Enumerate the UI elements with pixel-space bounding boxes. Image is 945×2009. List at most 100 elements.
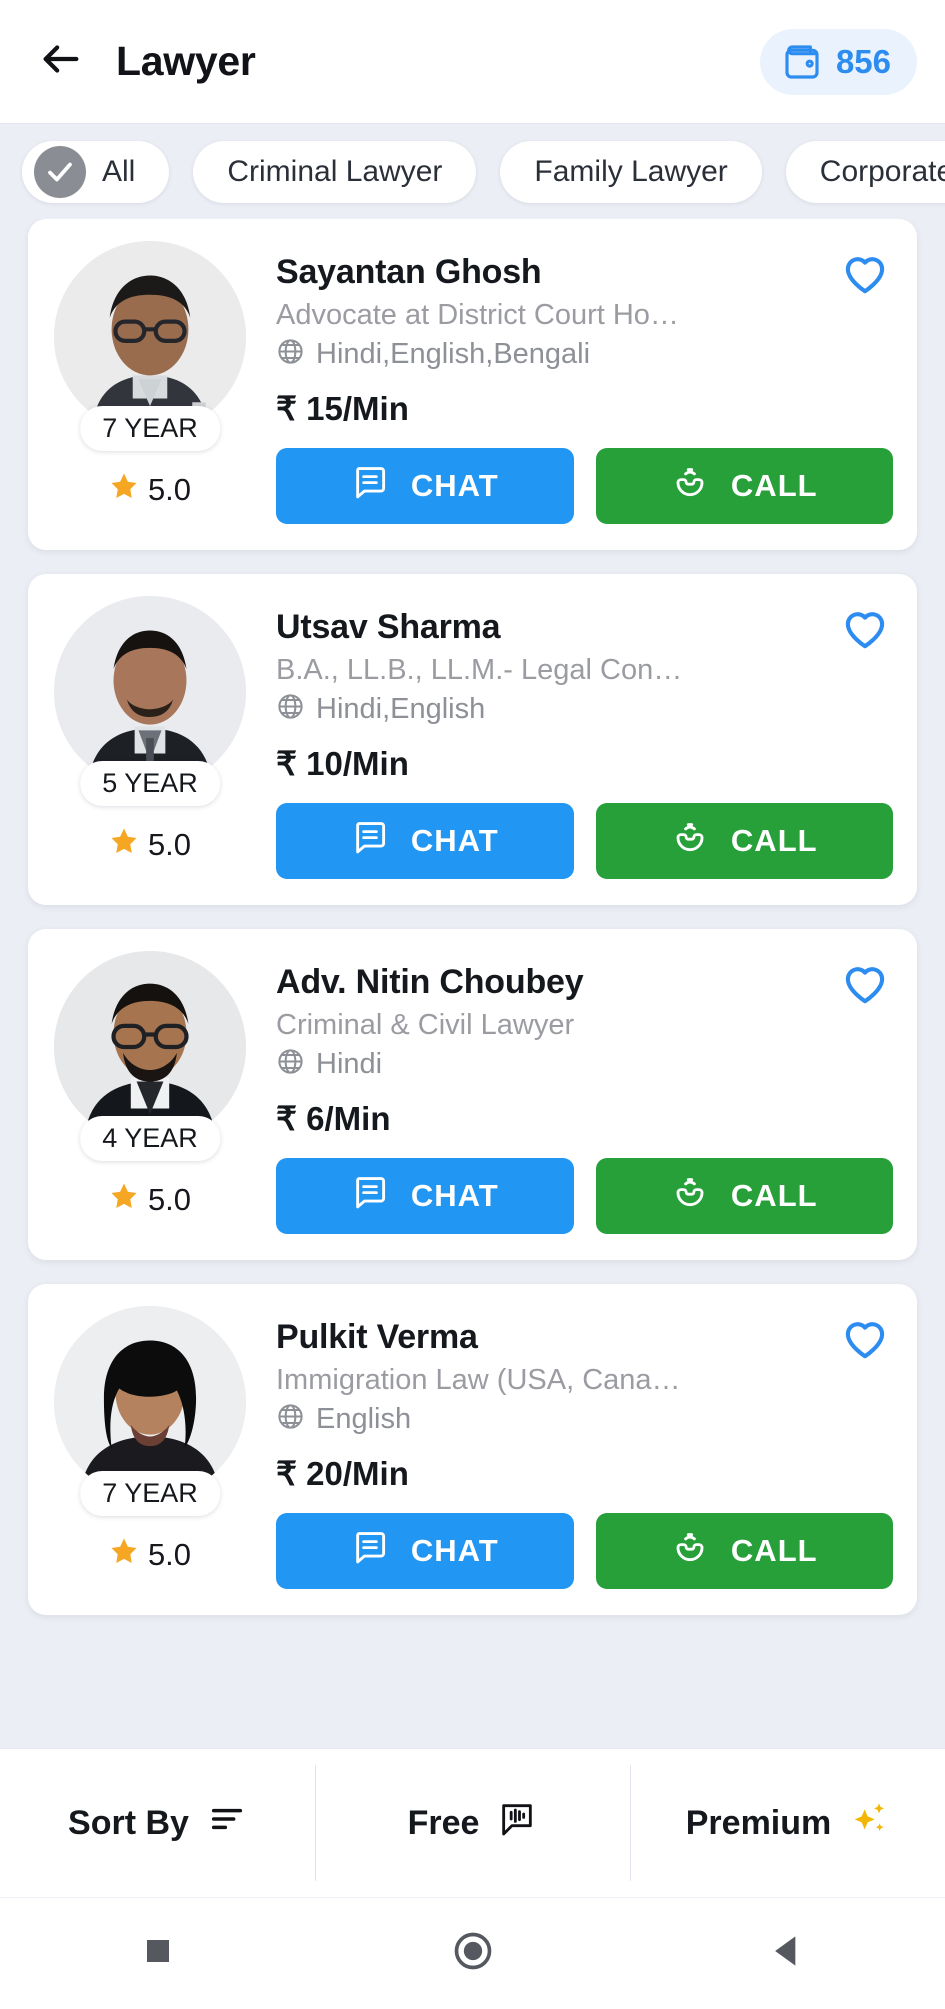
wallet-button[interactable]: 856 bbox=[759, 28, 917, 95]
filter-chip-row[interactable]: All Criminal Lawyer Family Lawyer Corpor… bbox=[0, 124, 945, 219]
favorite-button[interactable] bbox=[839, 1312, 891, 1364]
recents-button[interactable] bbox=[98, 1929, 218, 1978]
chat-button-label: CHAT bbox=[410, 823, 499, 858]
system-navigation-bar bbox=[0, 1897, 945, 2009]
premium-filter-button[interactable]: Premium bbox=[630, 1749, 945, 1897]
avatar bbox=[54, 596, 246, 788]
call-button[interactable]: CALL bbox=[595, 803, 893, 879]
chat-button[interactable]: CHAT bbox=[276, 1158, 574, 1234]
globe-icon bbox=[276, 1047, 305, 1081]
lawyer-avatar-column: 4 YEAR 5.0 bbox=[52, 951, 248, 1234]
back-button[interactable] bbox=[28, 29, 94, 95]
rating-value: 5.0 bbox=[147, 1182, 192, 1217]
lawyer-card[interactable]: 7 YEAR 5.0 Sayantan Ghosh Advocate at Di… bbox=[28, 219, 917, 550]
card-actions: CHAT CALL bbox=[276, 448, 893, 524]
rating: 5.0 bbox=[109, 826, 191, 864]
app-header: Lawyer 856 bbox=[0, 0, 945, 124]
experience-badge: 4 YEAR bbox=[80, 1116, 220, 1161]
globe-icon bbox=[276, 692, 305, 726]
heart-icon bbox=[839, 1322, 891, 1368]
experience-badge: 5 YEAR bbox=[80, 761, 220, 806]
price-per-minute: ₹ 20/Min bbox=[276, 1455, 409, 1492]
lawyer-languages: Hindi,English bbox=[276, 692, 893, 726]
call-button[interactable]: CALL bbox=[595, 1158, 893, 1234]
favorite-button[interactable] bbox=[839, 957, 891, 1009]
star-icon bbox=[109, 826, 139, 864]
chat-button-label: CHAT bbox=[410, 468, 499, 503]
price-per-minute: ₹ 15/Min bbox=[276, 390, 409, 427]
heart-icon bbox=[839, 612, 891, 658]
premium-label: Premium bbox=[685, 1803, 832, 1842]
avatar-wrapper: 7 YEAR bbox=[54, 241, 246, 451]
call-button[interactable]: CALL bbox=[595, 448, 893, 524]
lawyer-avatar-column: 7 YEAR 5.0 bbox=[52, 241, 248, 524]
call-receiver-icon bbox=[671, 818, 709, 864]
languages-text: English bbox=[316, 1402, 412, 1435]
rating: 5.0 bbox=[109, 1536, 191, 1574]
lawyer-card[interactable]: 5 YEAR 5.0 Utsav Sharma B.A., LL.B., LL.… bbox=[28, 574, 917, 905]
lawyer-description: Criminal & Civil Lawyer bbox=[276, 1009, 575, 1041]
lawyer-info-column: Utsav Sharma B.A., LL.B., LL.M.- Legal C… bbox=[256, 596, 893, 879]
wallet-balance: 856 bbox=[835, 42, 891, 80]
avatar-wrapper: 7 YEAR bbox=[54, 1306, 246, 1516]
filter-chip-label: Corporate Lawyer bbox=[819, 154, 945, 188]
filter-chip-label: All bbox=[102, 154, 136, 188]
lawyer-name: Pulkit Verma bbox=[276, 1318, 478, 1356]
bottom-filter-bar: Sort By Free Premium bbox=[0, 1748, 945, 1897]
filter-chip-label: Family Lawyer bbox=[534, 154, 728, 188]
chat-bubble-icon bbox=[351, 818, 389, 864]
globe-icon bbox=[276, 337, 305, 371]
star-icon bbox=[109, 1181, 139, 1219]
avatar bbox=[54, 1306, 246, 1498]
sort-by-button[interactable]: Sort By bbox=[0, 1749, 315, 1897]
sparkles-icon bbox=[849, 1799, 889, 1848]
lawyer-avatar-column: 7 YEAR 5.0 bbox=[52, 1306, 248, 1589]
globe-icon bbox=[276, 1402, 305, 1436]
favorite-button[interactable] bbox=[839, 602, 891, 654]
call-button-label: CALL bbox=[730, 1178, 818, 1213]
chat-button[interactable]: CHAT bbox=[276, 1513, 574, 1589]
chat-button-label: CHAT bbox=[410, 1178, 499, 1213]
lawyer-description: Immigration Law (USA, Canada, a… bbox=[276, 1364, 696, 1396]
price-per-minute: ₹ 10/Min bbox=[276, 745, 409, 782]
filter-chip-all[interactable]: All bbox=[22, 140, 170, 203]
experience-badge: 7 YEAR bbox=[80, 406, 220, 451]
sort-lines-icon bbox=[207, 1799, 247, 1848]
free-filter-button[interactable]: Free bbox=[315, 1749, 630, 1897]
call-button[interactable]: CALL bbox=[595, 1513, 893, 1589]
lawyer-info-column: Pulkit Verma Immigration Law (USA, Canad… bbox=[256, 1306, 893, 1589]
chat-button[interactable]: CHAT bbox=[276, 803, 574, 879]
star-icon bbox=[109, 1536, 139, 1574]
card-actions: CHAT CALL bbox=[276, 803, 893, 879]
rating: 5.0 bbox=[109, 471, 191, 509]
lawyer-languages: Hindi,English,Bengali bbox=[276, 337, 893, 371]
experience-badge: 7 YEAR bbox=[80, 1471, 220, 1516]
call-receiver-icon bbox=[671, 1528, 709, 1574]
lawyer-list[interactable]: 7 YEAR 5.0 Sayantan Ghosh Advocate at Di… bbox=[0, 219, 945, 1748]
lawyer-languages: English bbox=[276, 1402, 893, 1436]
price-per-minute: ₹ 6/Min bbox=[276, 1100, 391, 1137]
lawyer-description: B.A., LL.B., LL.M.- Legal Consulta… bbox=[276, 654, 696, 686]
sort-by-label: Sort By bbox=[68, 1803, 189, 1842]
filter-chip-family-lawyer[interactable]: Family Lawyer bbox=[500, 140, 762, 203]
star-icon bbox=[109, 471, 139, 509]
lawyer-card[interactable]: 7 YEAR 5.0 Pulkit Verma Immigration Law … bbox=[28, 1284, 917, 1615]
wallet-icon bbox=[782, 42, 822, 82]
filter-chip-corporate-lawyer[interactable]: Corporate Lawyer bbox=[785, 140, 945, 203]
lawyer-card[interactable]: 4 YEAR 5.0 Adv. Nitin Choubey Criminal &… bbox=[28, 929, 917, 1260]
filter-chip-criminal-lawyer[interactable]: Criminal Lawyer bbox=[193, 140, 477, 203]
triangle-back-icon bbox=[766, 1929, 810, 1978]
chat-bubble-icon bbox=[351, 463, 389, 509]
home-button[interactable] bbox=[413, 1929, 533, 1978]
heart-icon bbox=[839, 967, 891, 1013]
favorite-button[interactable] bbox=[839, 247, 891, 299]
call-receiver-icon bbox=[671, 1173, 709, 1219]
heart-icon bbox=[839, 257, 891, 303]
lawyer-name: Utsav Sharma bbox=[276, 608, 501, 646]
back-nav-button[interactable] bbox=[728, 1929, 848, 1978]
rating-value: 5.0 bbox=[147, 1537, 192, 1572]
filter-chip-label: Criminal Lawyer bbox=[227, 154, 443, 188]
check-icon bbox=[34, 145, 86, 198]
chat-bubble-icon bbox=[351, 1528, 389, 1574]
chat-button[interactable]: CHAT bbox=[276, 448, 574, 524]
